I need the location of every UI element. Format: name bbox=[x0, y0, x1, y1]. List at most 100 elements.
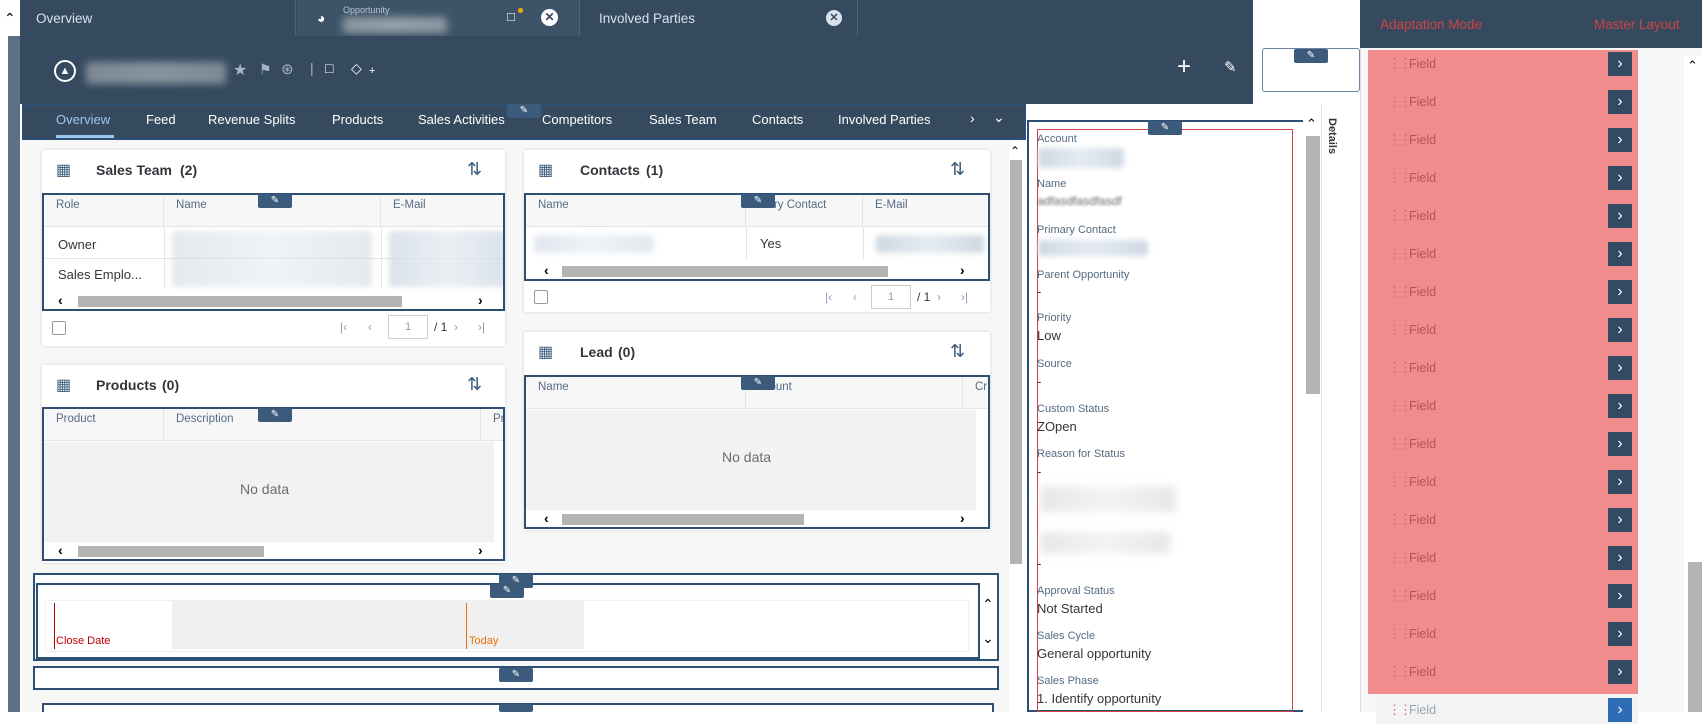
chevron-right-icon[interactable]: › bbox=[1608, 660, 1632, 684]
chevron-right-icon[interactable]: › bbox=[1608, 584, 1632, 608]
table-row[interactable]: Sales Emplo... bbox=[58, 267, 142, 282]
col-price[interactable]: Pr bbox=[481, 409, 503, 441]
close-tab-icon[interactable]: ✕ bbox=[541, 9, 558, 26]
table-edit-button[interactable]: ✎ bbox=[741, 194, 775, 208]
adaptation-field-row[interactable]: ⋮⋮ Field › bbox=[1376, 278, 1638, 306]
nav-edit-button[interactable]: ✎ bbox=[507, 104, 541, 118]
adaptation-field-row[interactable]: ⋮⋮ Field › bbox=[1376, 658, 1638, 686]
scrollbar-thumb[interactable] bbox=[78, 296, 402, 307]
adaptation-field-row[interactable]: ⋮⋮ Field › bbox=[1376, 240, 1638, 268]
drag-handle-icon[interactable]: ⋮⋮ bbox=[1388, 56, 1412, 72]
chevron-right-icon[interactable]: › bbox=[1608, 128, 1632, 152]
drag-handle-icon[interactable]: ⋮⋮ bbox=[1388, 512, 1412, 528]
scroll-right-icon[interactable]: › bbox=[960, 510, 965, 526]
tab-contacts[interactable]: Contacts bbox=[752, 112, 803, 127]
scroll-up-icon[interactable]: ⌃ bbox=[1306, 116, 1317, 132]
chevron-right-icon[interactable]: › bbox=[1608, 432, 1632, 456]
adaptation-scrollbar[interactable]: ⌃ bbox=[1684, 56, 1702, 712]
drag-handle-icon[interactable]: ⋮⋮ bbox=[1388, 436, 1412, 452]
scrollbar-thumb[interactable] bbox=[1688, 562, 1702, 712]
first-page-icon[interactable]: |‹ bbox=[340, 320, 347, 334]
chevron-up-icon[interactable]: ⌃ bbox=[982, 596, 994, 613]
adaptation-field-row[interactable]: ⋮⋮ Field › bbox=[1376, 202, 1638, 230]
last-page-icon[interactable]: ›| bbox=[961, 290, 968, 304]
tab-revenue-splits[interactable]: Revenue Splits bbox=[208, 112, 295, 127]
prev-page-icon[interactable]: ‹ bbox=[368, 320, 372, 334]
page-input[interactable]: 1 bbox=[871, 285, 911, 309]
chevron-right-icon[interactable]: › bbox=[1608, 166, 1632, 190]
col-name[interactable]: Name bbox=[526, 195, 746, 227]
col-created[interactable]: Cr bbox=[963, 377, 988, 409]
tab-sales-activities[interactable]: Sales Activities bbox=[418, 112, 505, 127]
adaptation-field-row[interactable]: ⋮⋮ Field › bbox=[1376, 316, 1638, 344]
tab-involved-parties[interactable]: Involved Parties ✕ bbox=[581, 0, 858, 36]
tab-involved-parties-section[interactable]: Involved Parties bbox=[838, 112, 931, 127]
tab-products[interactable]: Products bbox=[332, 112, 383, 127]
first-page-icon[interactable]: |‹ bbox=[825, 290, 832, 304]
chevron-right-icon[interactable]: › bbox=[1608, 242, 1632, 266]
chevron-right-icon[interactable]: › bbox=[1608, 698, 1632, 722]
drag-handle-icon[interactable]: ⋮⋮ bbox=[1388, 94, 1412, 110]
col-name[interactable]: Name bbox=[526, 377, 746, 409]
sort-icon[interactable]: ⇅ bbox=[950, 341, 965, 362]
adaptation-field-row[interactable]: ⋮⋮ Field › bbox=[1376, 354, 1638, 382]
adaptation-field-row[interactable]: ⋮⋮ Field › bbox=[1376, 392, 1638, 420]
adaptation-field-row[interactable]: ⋮⋮ Field › bbox=[1376, 506, 1638, 534]
section-edit-button[interactable]: ✎ bbox=[499, 668, 533, 682]
comment-icon[interactable]: □ bbox=[325, 60, 333, 76]
select-all-checkbox[interactable] bbox=[52, 321, 66, 335]
chevron-right-icon[interactable]: › bbox=[1608, 90, 1632, 114]
adaptation-field-row[interactable]: ⋮⋮ Field › bbox=[1376, 126, 1638, 154]
chevron-right-icon[interactable]: › bbox=[1608, 318, 1632, 342]
adaptation-field-row[interactable]: ⋮⋮ Field › bbox=[1376, 582, 1638, 610]
page-input[interactable]: 1 bbox=[388, 315, 428, 339]
details-side-tab[interactable]: Details bbox=[1321, 104, 1351, 712]
horizontal-scrollbar[interactable]: ‹ › bbox=[44, 542, 503, 559]
scroll-left-icon[interactable]: ‹ bbox=[544, 262, 549, 278]
adaptation-field-row[interactable]: ⋮⋮ Field › bbox=[1376, 164, 1638, 192]
scroll-right-icon[interactable]: › bbox=[478, 542, 483, 558]
tabs-scroll-right-icon[interactable]: › bbox=[970, 110, 975, 126]
tab-feed[interactable]: Feed bbox=[146, 112, 176, 127]
drag-handle-icon[interactable]: ⋮⋮ bbox=[1388, 360, 1412, 376]
scroll-left-icon[interactable]: ‹ bbox=[58, 542, 63, 558]
close-tab-icon[interactable]: ✕ bbox=[826, 10, 842, 26]
scrollbar-thumb[interactable] bbox=[1306, 136, 1320, 394]
drag-handle-icon[interactable]: ⋮⋮ bbox=[1388, 702, 1412, 718]
adaptation-field-row[interactable]: ⋮⋮ Field › bbox=[1376, 430, 1638, 458]
tab-overview-section[interactable]: Overview bbox=[56, 112, 110, 127]
tabs-overflow-icon[interactable]: ⌄ bbox=[993, 109, 1005, 126]
horizontal-scrollbar[interactable]: ‹ › bbox=[526, 510, 988, 527]
adaptation-field-row[interactable]: ⋮⋮ Field › bbox=[1376, 696, 1638, 724]
main-scrollbar[interactable]: ⌃ bbox=[1009, 144, 1023, 712]
table-edit-button[interactable]: ✎ bbox=[258, 194, 292, 208]
drag-handle-icon[interactable]: ⋮⋮ bbox=[1388, 626, 1412, 642]
drag-handle-icon[interactable]: ⋮⋮ bbox=[1388, 322, 1412, 338]
tab-competitors[interactable]: Competitors bbox=[542, 112, 612, 127]
drag-handle-icon[interactable]: ⋮⋮ bbox=[1388, 588, 1412, 604]
drag-handle-icon[interactable]: ⋮⋮ bbox=[1388, 132, 1412, 148]
table-edit-button[interactable]: ✎ bbox=[741, 376, 775, 390]
scroll-up-icon[interactable]: ⌃ bbox=[1687, 58, 1698, 74]
adaptation-field-row[interactable]: ⋮⋮ Field › bbox=[1376, 544, 1638, 572]
col-email[interactable]: E-Mail bbox=[863, 195, 988, 227]
chevron-down-icon[interactable]: ⌄ bbox=[982, 630, 994, 647]
section-edit-button[interactable] bbox=[499, 704, 533, 712]
notification-icon[interactable]: □ bbox=[507, 9, 515, 24]
actions-edit-button[interactable]: ✎ bbox=[1294, 49, 1328, 63]
rss-feed-icon[interactable]: ⊛ bbox=[281, 60, 294, 78]
drag-handle-icon[interactable]: ⋮⋮ bbox=[1388, 284, 1412, 300]
table-row[interactable]: Owner bbox=[58, 237, 96, 252]
chevron-right-icon[interactable]: › bbox=[1608, 546, 1632, 570]
drag-handle-icon[interactable]: ⋮⋮ bbox=[1388, 246, 1412, 262]
scrollbar-thumb[interactable] bbox=[562, 266, 888, 277]
scrollbar-thumb[interactable] bbox=[78, 546, 264, 557]
scrollbar-thumb[interactable] bbox=[562, 514, 804, 525]
sort-icon[interactable]: ⇅ bbox=[467, 159, 482, 180]
next-page-icon[interactable]: › bbox=[937, 290, 941, 304]
scroll-up-icon[interactable]: ⌃ bbox=[1010, 144, 1020, 158]
scrollbar-thumb[interactable] bbox=[1010, 160, 1022, 564]
drag-handle-icon[interactable]: ⋮⋮ bbox=[1388, 550, 1412, 566]
drag-handle-icon[interactable]: ⋮⋮ bbox=[1388, 664, 1412, 680]
chevron-right-icon[interactable]: › bbox=[1608, 394, 1632, 418]
